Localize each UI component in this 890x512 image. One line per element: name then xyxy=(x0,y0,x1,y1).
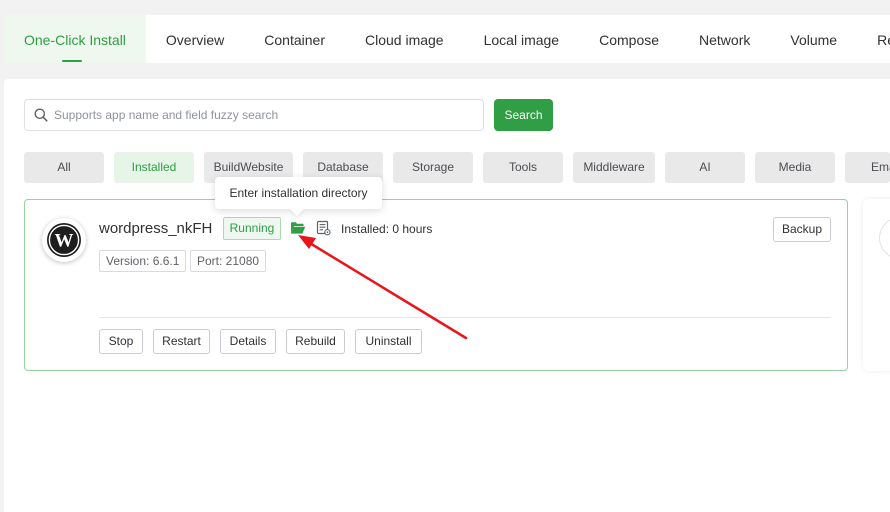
app-logo-partial xyxy=(879,217,890,259)
tab-cloud-image[interactable]: Cloud image xyxy=(345,15,464,63)
app-name: wordpress_nkFH xyxy=(99,220,213,237)
restart-button[interactable]: Restart xyxy=(153,329,210,354)
installed-time: Installed: 0 hours xyxy=(341,222,433,236)
app-tabs: One-Click Install Overview Container Clo… xyxy=(4,15,890,63)
status-badge: Running xyxy=(223,217,281,240)
category-middleware[interactable]: Middleware xyxy=(573,152,655,183)
category-tools[interactable]: Tools xyxy=(483,152,563,183)
stop-button[interactable]: Stop xyxy=(99,329,143,354)
rebuild-button[interactable]: Rebuild xyxy=(286,329,345,354)
category-storage[interactable]: Storage xyxy=(393,152,473,183)
tab-local-image[interactable]: Local image xyxy=(464,15,580,63)
port-tag: Port: 21080 xyxy=(190,250,267,272)
backup-button[interactable]: Backup xyxy=(773,217,831,242)
tab-rep[interactable]: Rep xyxy=(857,15,890,63)
tooltip: Enter installation directory xyxy=(215,177,382,209)
search-button[interactable]: Search xyxy=(494,99,553,131)
search-icon xyxy=(34,108,48,122)
card-divider xyxy=(99,317,831,318)
tab-one-click-install[interactable]: One-Click Install xyxy=(4,15,146,63)
tab-overview[interactable]: Overview xyxy=(146,15,244,63)
tab-compose[interactable]: Compose xyxy=(579,15,679,63)
uninstall-button[interactable]: Uninstall xyxy=(355,329,422,354)
search-box[interactable] xyxy=(24,99,484,131)
app-card-partial xyxy=(863,199,890,371)
category-ema[interactable]: Ema xyxy=(845,152,890,183)
details-button[interactable]: Details xyxy=(220,329,276,354)
category-ai[interactable]: AI xyxy=(665,152,745,183)
category-installed[interactable]: Installed xyxy=(114,152,194,183)
tab-network[interactable]: Network xyxy=(679,15,770,63)
category-all[interactable]: All xyxy=(24,152,104,183)
search-input[interactable] xyxy=(54,108,474,122)
category-media[interactable]: Media xyxy=(755,152,835,183)
tab-container[interactable]: Container xyxy=(244,15,345,63)
version-tag: Version: 6.6.1 xyxy=(99,250,187,272)
log-icon[interactable] xyxy=(316,220,331,236)
tab-volume[interactable]: Volume xyxy=(770,15,857,63)
wordpress-icon: W xyxy=(47,223,81,257)
folder-open-icon[interactable] xyxy=(290,221,306,235)
svg-text:W: W xyxy=(55,231,74,252)
app-logo: W xyxy=(42,218,86,262)
